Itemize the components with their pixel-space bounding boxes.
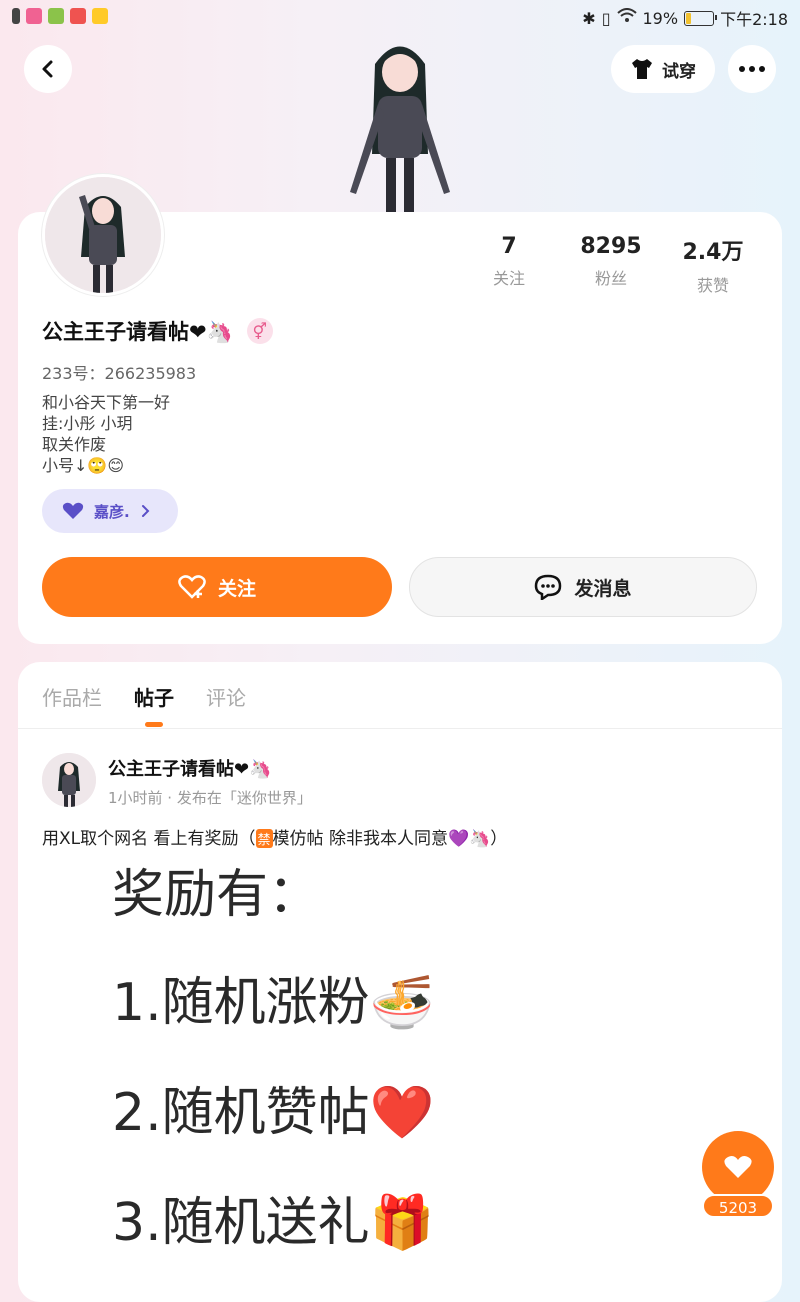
battery-icon (684, 10, 718, 26)
vibrate-icon: ▯ (601, 8, 611, 28)
profile-stats: 7 关注 8295 粉丝 2.4万 获赞 (458, 234, 764, 296)
nickname-row: 公主王子请看帖❤🦄 ⚥ (42, 316, 273, 346)
more-dots-icon (739, 66, 765, 72)
tab-indicator (145, 722, 163, 727)
heart-icon (62, 502, 84, 519)
chat-bubble-icon (535, 574, 562, 600)
clock: 下午2:18 (720, 10, 788, 29)
bio-line: 小号↓🙄😊 (42, 456, 125, 475)
avatar-image (42, 753, 96, 807)
tab-posts[interactable]: 帖子 (134, 682, 174, 727)
stat-label: 关注 (492, 269, 525, 288)
post-image[interactable]: 奖励有： 1.随机涨粉🍜 2.随机赞帖❤️ 3.随机送礼🎁 (108, 852, 528, 1302)
stat-likes[interactable]: 2.4万 获赞 (662, 234, 764, 296)
tab-works[interactable]: 作品栏 (42, 682, 102, 711)
send-message-label: 发消息 (574, 577, 632, 600)
post-text-part: 用XL取个网名 看上有奖励（ (42, 829, 256, 849)
post-text-part: 模仿帖 除非我本人同意💜🦄） (272, 829, 508, 849)
nickname: 公主王子请看帖❤🦄 (42, 320, 233, 344)
app-notification-icon (26, 8, 42, 24)
profile-card: 7 关注 8295 粉丝 2.4万 获赞 公主王子请看帖❤🦄 ⚥ 233号：26… (18, 174, 782, 644)
content-card: 作品栏 帖子 评论 公主王子请看帖❤🦄 1小时前 · 发布在「迷你世界」 用XL… (18, 662, 782, 1302)
status-bar: ✱ ▯ 19% 下午2:18 (0, 0, 800, 34)
bio-line: 和小谷天下第一好 (42, 393, 171, 412)
stat-value: 2.4万 (682, 240, 744, 265)
stat-label: 获赞 (696, 276, 729, 295)
battery-percent: 19% (642, 8, 679, 28)
system-status: ✱ ▯ 19% 下午2:18 (582, 6, 788, 30)
try-on-button[interactable]: 试穿 (611, 45, 715, 93)
image-text-line: 1.随机涨粉🍜 (112, 973, 435, 1033)
try-on-label: 试穿 (662, 61, 696, 82)
app-notification-icon (92, 8, 108, 24)
app-notification-icon (70, 8, 86, 24)
tshirt-icon (632, 59, 652, 79)
wifi-icon (616, 8, 637, 28)
tab-label: 帖子 (134, 686, 174, 710)
user-id: 233号：266235983 (42, 364, 197, 383)
gender-icon: ⚥ (246, 318, 273, 344)
stat-following[interactable]: 7 关注 (458, 234, 560, 296)
like-count: 5203 (702, 1194, 774, 1218)
forbid-icon: 禁 (255, 829, 273, 848)
heart-icon (724, 1156, 752, 1178)
send-message-button[interactable]: 发消息 (409, 557, 757, 617)
like-button[interactable] (702, 1131, 774, 1203)
follow-label: 关注 (217, 577, 256, 600)
notification-icons (12, 8, 108, 24)
fan-badge[interactable]: 嘉彦. (42, 489, 178, 533)
bio-line: 取关作废 (42, 435, 107, 454)
bio-line: 挂:小彤 小玥 (42, 414, 133, 433)
tab-comments[interactable]: 评论 (206, 682, 246, 711)
stat-value: 8295 (580, 234, 642, 259)
app-notification-icon (48, 8, 64, 24)
divider (18, 728, 782, 729)
bluetooth-icon: ✱ (582, 8, 596, 28)
image-text-line: 3.随机送礼🎁 (112, 1193, 435, 1253)
chevron-left-icon (42, 60, 53, 78)
tab-bar: 作品栏 帖子 评论 (42, 682, 246, 727)
bio: 和小谷天下第一好 挂:小彤 小玥 取关作废 小号↓🙄😊 (42, 392, 170, 476)
more-button[interactable] (728, 45, 776, 93)
post-author-name[interactable]: 公主王子请看帖❤🦄 (108, 755, 272, 781)
back-button[interactable] (24, 45, 72, 93)
heart-plus-icon (178, 575, 206, 599)
stat-followers[interactable]: 8295 粉丝 (560, 234, 662, 296)
post-author-avatar[interactable] (42, 753, 96, 807)
avatar-character-figure (350, 46, 450, 212)
alert-icon (12, 8, 20, 24)
image-text-line: 奖励有： (112, 865, 321, 925)
stat-label: 粉丝 (594, 269, 627, 288)
post-text[interactable]: 用XL取个网名 看上有奖励（禁模仿帖 除非我本人同意💜🦄） (42, 824, 507, 849)
avatar-image (45, 177, 161, 293)
avatar[interactable] (42, 174, 164, 296)
stat-value: 7 (501, 234, 517, 259)
chevron-right-icon (141, 505, 150, 517)
fan-badge-label: 嘉彦. (94, 502, 130, 521)
image-text-line: 2.随机赞帖❤️ (112, 1083, 435, 1143)
follow-button[interactable]: 关注 (42, 557, 392, 617)
post-meta: 1小时前 · 发布在「迷你世界」 (108, 789, 312, 807)
